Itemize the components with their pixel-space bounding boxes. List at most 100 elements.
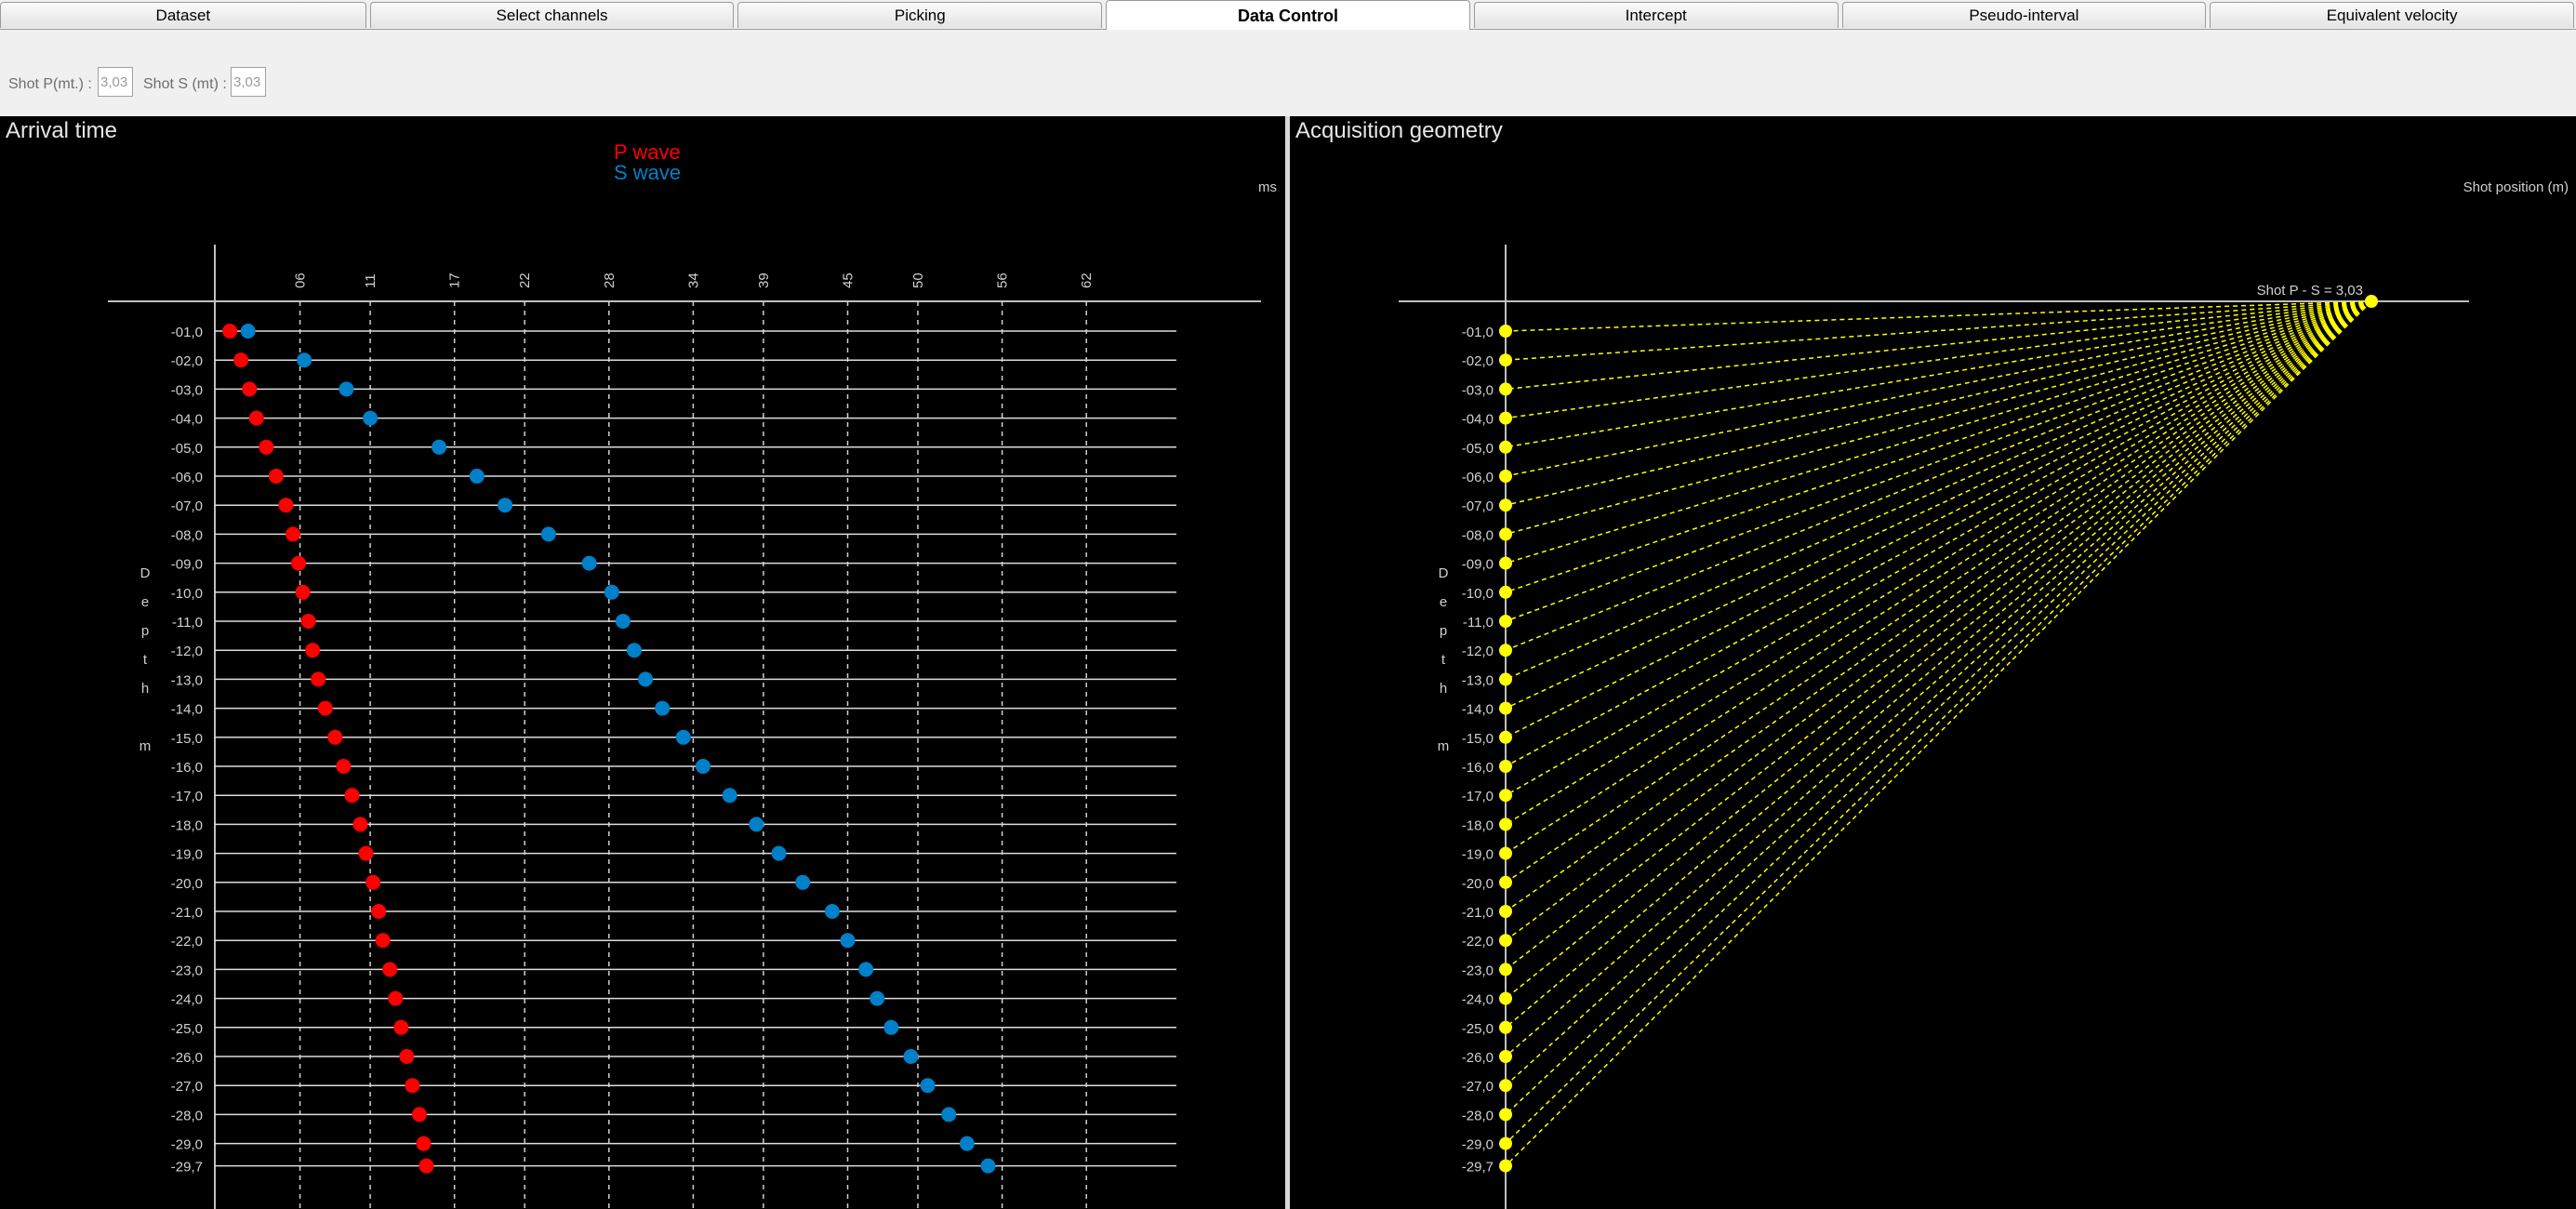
ray-path — [1505, 300, 2372, 826]
receiver-point — [1499, 760, 1512, 773]
y-tick-label: -27,0 — [1462, 1079, 1494, 1095]
s-wave-point — [870, 990, 885, 1006]
s-wave-point — [498, 498, 513, 513]
x-tick-label: 39 — [756, 272, 772, 288]
tab-picking[interactable]: Picking — [737, 2, 1103, 28]
tab-data-control[interactable]: Data Control — [1106, 0, 1470, 30]
ray-path — [1505, 300, 2372, 710]
p-wave-point — [222, 324, 238, 339]
receiver-point — [1499, 1159, 1512, 1173]
shot-point — [2365, 295, 2378, 308]
ray-path — [1505, 300, 2372, 855]
y-tick-label: -08,0 — [171, 527, 203, 543]
receiver-point — [1499, 644, 1512, 658]
tab-dataset[interactable]: Dataset — [0, 2, 366, 28]
p-wave-point — [418, 1158, 434, 1174]
receiver-point — [1499, 991, 1512, 1005]
s-wave-point — [655, 700, 671, 716]
p-wave-point — [233, 352, 249, 368]
y-tick-label: -16,0 — [1462, 760, 1494, 776]
y-tick-label: -03,0 — [171, 382, 203, 398]
shot-s-input[interactable] — [231, 67, 266, 97]
p-wave-point — [311, 671, 326, 687]
p-wave-point — [375, 933, 391, 949]
receiver-point — [1499, 382, 1512, 396]
shot-toolbar: Shot P(mt.) : Shot S (mt) : — [0, 29, 2576, 116]
y-tick-label: -10,0 — [1462, 586, 1494, 602]
ray-path — [1505, 300, 2372, 1115]
y-tick-label: -07,0 — [171, 498, 203, 514]
y-tick-label: -22,0 — [1462, 934, 1494, 950]
acquisition-geometry-chart: Shot position (m) -01,0 -02,0 -03,0 -04,0 -05… — [1399, 179, 2569, 1209]
receiver-point — [1499, 615, 1512, 628]
tab-pseudo-interval[interactable]: Pseudo-interval — [1841, 2, 2207, 28]
x-tick-label: 34 — [685, 272, 701, 288]
s-wave-point — [941, 1107, 957, 1123]
ray-path — [1505, 300, 2372, 1167]
x-tick-label: 62 — [1079, 272, 1095, 288]
tab-select-channels[interactable]: Select channels — [369, 2, 735, 28]
receiver-point — [1499, 1050, 1512, 1063]
s-wave-point — [626, 643, 642, 658]
s-wave-point — [432, 439, 447, 455]
y-axis-label-letter: e — [1440, 594, 1447, 610]
y-tick-label: -12,0 — [171, 644, 203, 659]
p-wave-point — [300, 614, 316, 629]
y-tick-label: -29,7 — [171, 1160, 203, 1176]
y-tick-label: -29,0 — [1462, 1137, 1494, 1153]
receiver-point — [1499, 1020, 1512, 1034]
receiver-point — [1499, 905, 1512, 918]
s-wave-point — [695, 759, 710, 774]
y-tick-label: -02,0 — [171, 353, 203, 369]
shot-p-input[interactable] — [98, 67, 133, 97]
y-tick-label: -28,0 — [171, 1108, 203, 1123]
s-wave-point — [980, 1158, 996, 1174]
receiver-point — [1499, 556, 1512, 570]
y-tick-label: -13,0 — [1462, 672, 1494, 688]
tab-intercept[interactable]: Intercept — [1473, 2, 1839, 28]
y-tick-label: -14,0 — [171, 702, 203, 718]
y-tick-label: -13,0 — [171, 672, 203, 688]
y-tick-label: -18,0 — [171, 817, 203, 833]
receiver-point — [1499, 498, 1512, 512]
receiver-point — [1499, 1136, 1512, 1150]
receiver-point — [1499, 934, 1512, 948]
ray-path — [1505, 300, 2372, 970]
y-tick-label: -19,0 — [1462, 847, 1494, 863]
y-axis-label-letter: h — [1440, 681, 1447, 697]
x-tick-label: 28 — [602, 272, 617, 288]
y-tick-label: -21,0 — [171, 905, 203, 921]
p-wave-point — [371, 904, 387, 919]
s-wave-point — [858, 962, 874, 977]
receiver-point — [1499, 325, 1512, 338]
s-wave-point — [771, 845, 787, 861]
s-wave-point — [903, 1049, 919, 1064]
s-wave-point — [540, 526, 556, 542]
y-tick-label: -07,0 — [1462, 498, 1494, 514]
y-tick-label: -29,0 — [171, 1137, 203, 1153]
ray-path — [1505, 300, 2372, 536]
p-wave-point — [278, 498, 294, 513]
arrival-time-chart: P waveS wavems06 11 17 22 28 34 39 45 50 56 62-01,… — [108, 140, 1277, 1209]
ray-path — [1505, 300, 2372, 593]
ray-path — [1505, 300, 2372, 1145]
y-tick-label: -09,0 — [1462, 557, 1494, 573]
ray-path — [1505, 300, 2372, 1057]
p-wave-point — [405, 1078, 420, 1094]
p-wave-point — [393, 1019, 409, 1035]
acquisition-geometry-panel: Acquisition geometry Shot position (m) -0… — [1290, 116, 2576, 1209]
y-tick-label: -03,0 — [1462, 382, 1494, 398]
s-wave-point — [469, 469, 485, 484]
tab-equivalent-velocity[interactable]: Equivalent velocity — [2210, 2, 2574, 28]
receiver-point — [1499, 411, 1512, 425]
s-wave-point — [722, 788, 737, 804]
y-tick-label: -17,0 — [171, 789, 203, 804]
s-wave-point — [749, 817, 764, 832]
ray-path — [1505, 300, 2372, 941]
ray-path — [1505, 300, 2372, 448]
receiver-point — [1499, 817, 1512, 831]
ray-path — [1505, 300, 2372, 884]
x-tick-label: 17 — [447, 272, 463, 288]
ray-path — [1505, 300, 2372, 622]
receiver-point — [1499, 527, 1512, 541]
